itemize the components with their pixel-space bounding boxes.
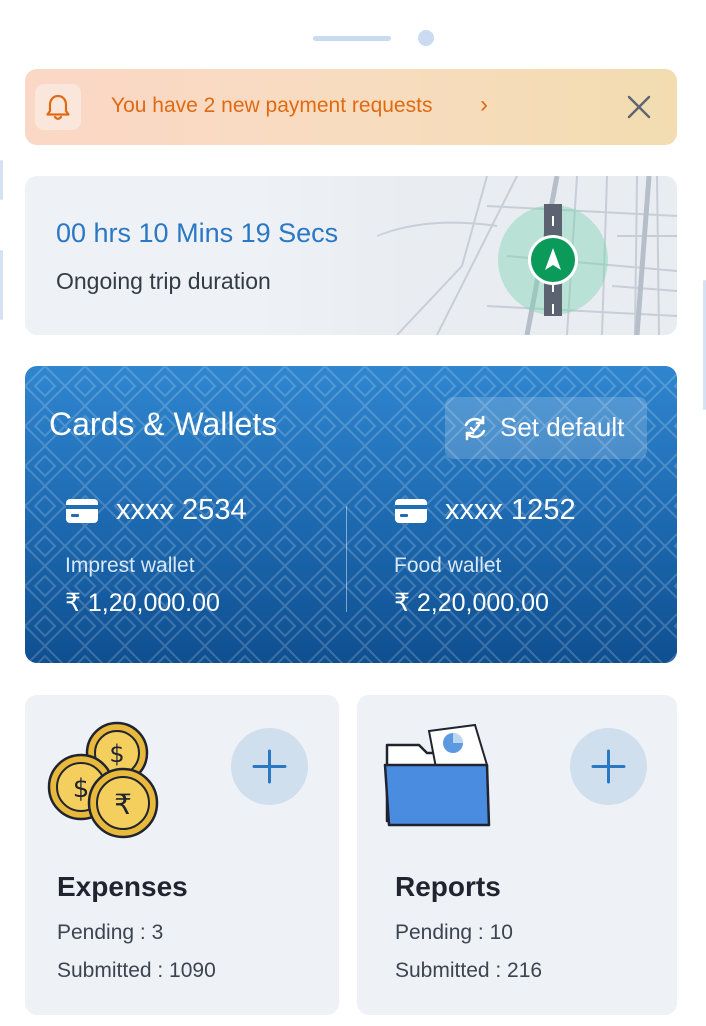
reports-title: Reports xyxy=(395,871,501,902)
wallet-divider xyxy=(346,506,347,612)
wallet-number: xxxx 1252 xyxy=(445,494,576,526)
page-indicator-active xyxy=(313,36,391,41)
set-default-label: Set default xyxy=(500,412,625,442)
bell-icon-box xyxy=(35,84,81,130)
reports-pending: Pending : 10 xyxy=(395,921,513,944)
wallet-name: Food wallet xyxy=(394,554,502,577)
chevron-right-icon[interactable]: › xyxy=(480,91,488,119)
card-icon xyxy=(66,499,98,523)
expenses-pending: Pending : 3 xyxy=(57,921,164,944)
payment-request-banner[interactable]: You have 2 new payment requests › xyxy=(25,69,677,145)
close-icon[interactable] xyxy=(625,93,653,121)
page-indicator-dot[interactable] xyxy=(418,30,434,46)
plus-icon xyxy=(252,749,287,784)
map-thumbnail xyxy=(257,176,677,335)
coins-icon: $ $ ₹ xyxy=(47,721,159,839)
navigation-arrow-icon xyxy=(498,204,608,316)
svg-text:$: $ xyxy=(73,774,90,804)
expenses-title: Expenses xyxy=(57,871,188,902)
left-scroll-edge xyxy=(0,160,3,200)
folder-icon xyxy=(383,723,491,827)
wallet-amount: ₹ 2,20,000.00 xyxy=(394,589,549,617)
set-default-button[interactable]: Set default xyxy=(445,397,647,459)
wallet-number: xxxx 2534 xyxy=(116,494,247,526)
add-expense-button[interactable] xyxy=(231,728,308,805)
cards-wallets-title: Cards & Wallets xyxy=(49,406,278,442)
left-scroll-edge xyxy=(0,250,3,320)
svg-text:$: $ xyxy=(109,740,124,768)
wallet-imprest[interactable]: xxxx 2534 Imprest wallet ₹ 1,20,000.00 xyxy=(65,494,345,624)
ongoing-trip-card[interactable]: 00 hrs 10 Mins 19 Secs Ongoing trip dura… xyxy=(25,176,677,335)
sync-icon xyxy=(464,415,486,441)
add-report-button[interactable] xyxy=(570,728,647,805)
reports-submitted: Submitted : 216 xyxy=(395,959,543,982)
plus-icon xyxy=(591,749,626,784)
wallet-food[interactable]: xxxx 1252 Food wallet ₹ 2,20,000.00 xyxy=(394,494,674,624)
cards-wallets-panel: Cards & Wallets Set default xxxx 2534 Im… xyxy=(25,366,677,663)
wallet-name: Imprest wallet xyxy=(65,554,195,577)
expenses-tile[interactable]: $ $ ₹ Expenses Pending : 3 Submitted : 1… xyxy=(25,695,339,1015)
reports-tile[interactable]: Reports Pending : 10 Submitted : 216 xyxy=(357,695,677,1015)
page-indicator xyxy=(0,30,706,46)
card-icon xyxy=(395,499,427,523)
wallet-amount: ₹ 1,20,000.00 xyxy=(65,589,220,617)
trip-duration-label: Ongoing trip duration xyxy=(56,268,271,294)
payment-request-message[interactable]: You have 2 new payment requests xyxy=(111,94,432,118)
svg-text:₹: ₹ xyxy=(114,788,132,821)
bell-icon xyxy=(46,94,70,120)
trip-duration: 00 hrs 10 Mins 19 Secs xyxy=(56,218,339,248)
expenses-submitted: Submitted : 1090 xyxy=(57,959,216,982)
